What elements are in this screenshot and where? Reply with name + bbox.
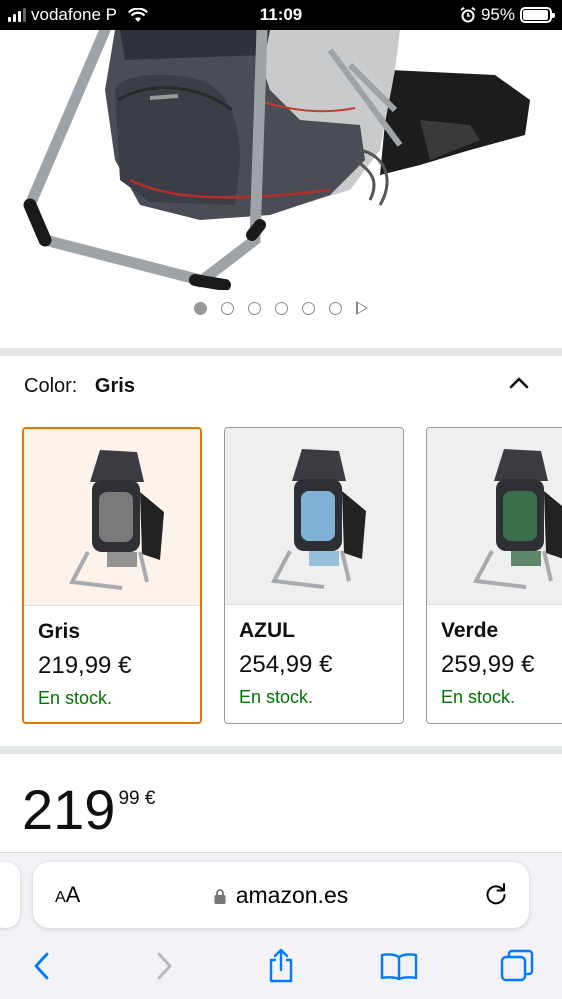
gallery-dot[interactable]: [302, 301, 315, 315]
tabs-icon: [500, 949, 534, 982]
variant-swatch-list: Gris 219,99 € En stock. AZUL 254,99 € En stoc…: [22, 427, 562, 727]
gallery-dot[interactable]: [329, 301, 342, 315]
product-price: 219 99 €: [22, 780, 155, 840]
color-label: Color:: [24, 375, 78, 397]
variant-thumbnail: [225, 428, 403, 605]
color-selected-value: Gris: [94, 375, 135, 397]
gallery-dot[interactable]: [248, 301, 261, 315]
gallery-dot[interactable]: [194, 301, 207, 315]
battery-icon: [520, 7, 555, 23]
share-icon: [269, 948, 293, 983]
variant-thumbnail: [24, 429, 200, 606]
carrier-thumbnail-icon: [472, 449, 562, 589]
safari-bottom-toolbar: [0, 940, 562, 995]
bookmarks-button[interactable]: [379, 946, 419, 986]
variant-name: Verde: [441, 619, 499, 642]
carrier-thumbnail-icon: [270, 449, 366, 589]
variant-price: 254,99 €: [239, 651, 333, 678]
variant-stock: En stock.: [38, 688, 113, 708]
variant-swatch[interactable]: Gris 219,99 € En stock.: [22, 427, 202, 724]
url-text: amazon.es: [235, 882, 349, 908]
alarm-icon: [460, 7, 476, 23]
variant-stock: En stock.: [239, 687, 314, 707]
color-selector[interactable]: Color: Gris: [24, 375, 135, 398]
play-icon[interactable]: [356, 301, 368, 315]
variant-price: 219,99 €: [38, 652, 132, 679]
back-button[interactable]: [22, 946, 62, 986]
gallery-pagination[interactable]: [0, 301, 562, 315]
forward-button[interactable]: [144, 946, 184, 986]
previous-tab-preview[interactable]: [0, 862, 20, 928]
gallery-dot[interactable]: [275, 301, 288, 315]
variant-stock: En stock.: [441, 687, 516, 707]
chevron-up-icon[interactable]: [508, 372, 530, 394]
price-whole: 219: [22, 778, 116, 841]
lock-icon: [214, 889, 226, 904]
variant-price: 259,99 €: [441, 651, 535, 678]
reload-icon[interactable]: [483, 881, 509, 907]
back-icon: [34, 952, 49, 980]
section-divider: [0, 348, 562, 356]
variant-swatch[interactable]: AZUL 254,99 € En stock.: [224, 427, 404, 724]
forward-icon: [157, 952, 172, 980]
product-image[interactable]: [0, 30, 562, 290]
backpack-carrier-illustration: [23, 30, 530, 290]
variant-thumbnail: [427, 428, 562, 605]
section-divider: [0, 746, 562, 754]
bookmarks-icon: [380, 953, 418, 981]
status-bar: vodafone P 11:09 95%: [0, 0, 562, 30]
address-bar[interactable]: AA amazon.es: [33, 862, 529, 928]
battery-percent: 95%: [480, 5, 515, 24]
tabs-button[interactable]: [497, 946, 537, 986]
variant-swatch[interactable]: Verde 259,99 € En stock.: [426, 427, 562, 724]
share-button[interactable]: [261, 946, 301, 986]
gallery-dot[interactable]: [221, 301, 234, 315]
carrier-thumbnail-icon: [68, 450, 164, 590]
variant-name: Gris: [38, 620, 81, 643]
variant-name: AZUL: [239, 619, 295, 642]
price-fraction: 99 €: [118, 788, 156, 809]
